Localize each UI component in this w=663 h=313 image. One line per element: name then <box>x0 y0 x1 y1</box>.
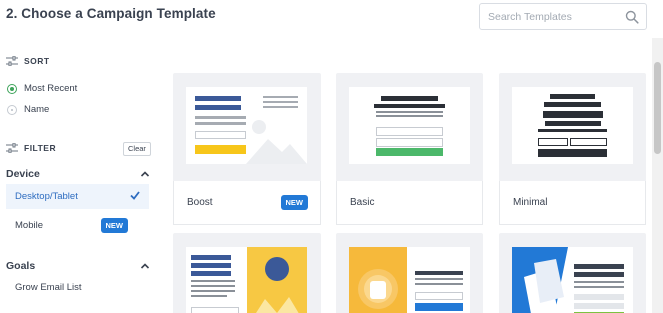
template-card-boost[interactable]: Boost NEW <box>173 73 321 225</box>
sort-label: SORT <box>24 56 50 66</box>
new-badge: NEW <box>100 218 128 233</box>
goals-group-label: Goals <box>6 260 36 272</box>
search-input[interactable] <box>488 9 618 25</box>
template-preview <box>186 87 307 164</box>
template-preview <box>349 87 470 164</box>
device-group-label: Device <box>6 168 40 180</box>
chevron-up-icon[interactable] <box>140 262 150 270</box>
scrollbar[interactable] <box>652 38 663 313</box>
clear-filters-button[interactable]: Clear <box>123 142 151 156</box>
device-item-label: Desktop/Tablet <box>15 191 78 202</box>
filter-header: FILTER <box>6 143 56 153</box>
device-item-label: Mobile <box>15 220 43 231</box>
sort-header: SORT <box>6 56 50 66</box>
device-item-mobile[interactable]: Mobile NEW <box>6 213 149 238</box>
search-icon[interactable] <box>625 10 639 24</box>
template-card[interactable] <box>499 233 646 313</box>
scrollbar-thumb[interactable] <box>654 62 661 154</box>
template-preview <box>512 87 633 164</box>
sort-icon <box>6 56 18 66</box>
template-label-row: Basic <box>336 181 483 225</box>
template-label-row: Minimal <box>499 181 646 225</box>
goals-item-label: Grow Email List <box>15 282 82 293</box>
sort-option-label: Name <box>24 104 50 115</box>
chevron-up-icon[interactable] <box>140 170 150 178</box>
image-placeholder-icon <box>246 120 307 164</box>
template-preview <box>512 247 633 313</box>
page-title: 2. Choose a Campaign Template <box>6 6 216 21</box>
radio-selected-icon[interactable] <box>7 83 17 94</box>
image-placeholder-icon <box>256 257 299 313</box>
template-card[interactable] <box>173 233 321 313</box>
new-badge: NEW <box>280 195 308 210</box>
goals-group-header[interactable]: Goals <box>6 260 150 272</box>
template-preview <box>349 247 470 313</box>
search-box[interactable] <box>479 3 647 30</box>
checkmark-icon <box>130 191 140 200</box>
template-name: Basic <box>350 197 375 208</box>
page: 2. Choose a Campaign Template SORT Most … <box>0 0 663 313</box>
sort-option-most-recent[interactable]: Most Recent <box>7 83 77 94</box>
template-card-minimal[interactable]: Minimal <box>499 73 646 225</box>
radio-unselected-icon[interactable] <box>7 104 17 115</box>
filter-icon <box>6 143 18 153</box>
filter-label: FILTER <box>24 143 57 153</box>
image-placeholder-icon <box>358 269 398 309</box>
template-preview <box>186 247 307 313</box>
template-name: Boost <box>187 197 213 208</box>
sort-option-label: Most Recent <box>24 83 78 94</box>
template-card-basic[interactable]: Basic <box>336 73 483 225</box>
template-name: Minimal <box>513 197 548 208</box>
sort-option-name[interactable]: Name <box>7 104 49 115</box>
device-group-header[interactable]: Device <box>6 168 150 180</box>
template-label-row: Boost NEW <box>173 181 321 225</box>
template-card[interactable] <box>336 233 483 313</box>
device-item-desktop-tablet[interactable]: Desktop/Tablet <box>6 184 149 209</box>
goals-item-grow-email-list[interactable]: Grow Email List <box>6 275 149 300</box>
